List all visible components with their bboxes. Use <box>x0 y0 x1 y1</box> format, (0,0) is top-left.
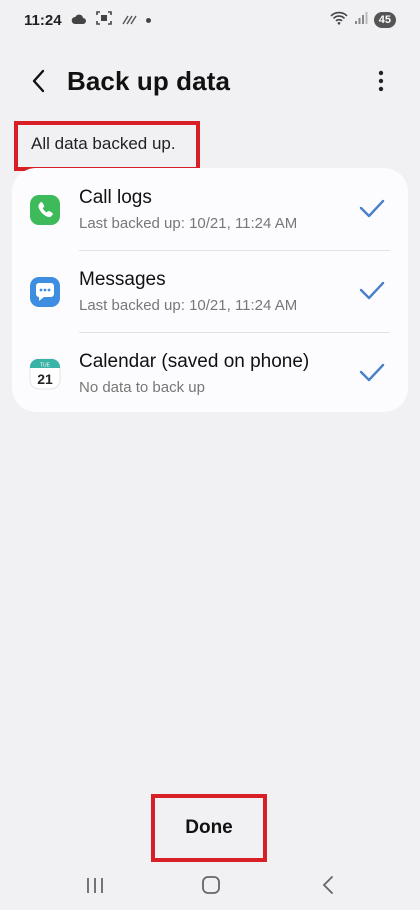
list-item-messages[interactable]: Messages Last backed up: 10/21, 11:24 AM <box>12 250 408 332</box>
item-subtitle: Last backed up: 10/21, 11:24 AM <box>79 297 298 314</box>
recents-icon[interactable] <box>84 874 106 896</box>
done-button[interactable]: Done <box>155 798 263 858</box>
page-title: Back up data <box>67 66 231 96</box>
status-bar: 11:24 45 <box>0 0 420 40</box>
signal-strikes-icon <box>121 12 137 29</box>
item-title: Calendar (saved on phone) <box>79 351 310 372</box>
back-button[interactable] <box>22 66 56 100</box>
battery-indicator: 45 <box>373 12 396 28</box>
item-subtitle: No data to back up <box>79 379 205 396</box>
calendar-icon: TUE 21 <box>29 358 61 390</box>
more-options-button[interactable] <box>366 68 396 98</box>
messages-icon <box>29 276 61 308</box>
list-item-calendar[interactable]: TUE 21 Calendar (saved on phone) No data… <box>12 332 408 414</box>
navigation-bar <box>0 866 420 910</box>
calendar-day-label: TUE <box>40 362 51 368</box>
list-item-call-logs[interactable]: Call logs Last backed up: 10/21, 11:24 A… <box>12 168 408 250</box>
status-time: 11:24 <box>24 11 62 29</box>
item-subtitle: Last backed up: 10/21, 11:24 AM <box>79 215 298 232</box>
cloud-icon <box>71 12 87 29</box>
item-title: Messages <box>79 269 166 290</box>
status-left: 11:24 <box>24 11 151 29</box>
app-bar: Back up data <box>0 56 420 108</box>
phone-icon <box>29 194 61 226</box>
cell-signal-icon <box>354 11 368 29</box>
back-nav-icon[interactable] <box>318 874 340 896</box>
backup-status-text: All data backed up. <box>31 134 176 153</box>
wifi-icon <box>330 11 348 29</box>
check-icon <box>358 280 386 302</box>
check-icon <box>358 362 386 384</box>
backup-items-card: Call logs Last backed up: 10/21, 11:24 A… <box>12 168 408 412</box>
calendar-date-label: 21 <box>37 371 53 387</box>
more-vertical-icon <box>378 70 384 97</box>
notification-dot-icon <box>145 17 151 23</box>
chevron-left-icon <box>31 69 47 98</box>
home-icon[interactable] <box>200 874 222 896</box>
screenshot-icon <box>95 11 112 29</box>
status-right: 45 <box>330 11 396 29</box>
check-icon <box>358 198 386 220</box>
item-title: Call logs <box>79 187 152 208</box>
